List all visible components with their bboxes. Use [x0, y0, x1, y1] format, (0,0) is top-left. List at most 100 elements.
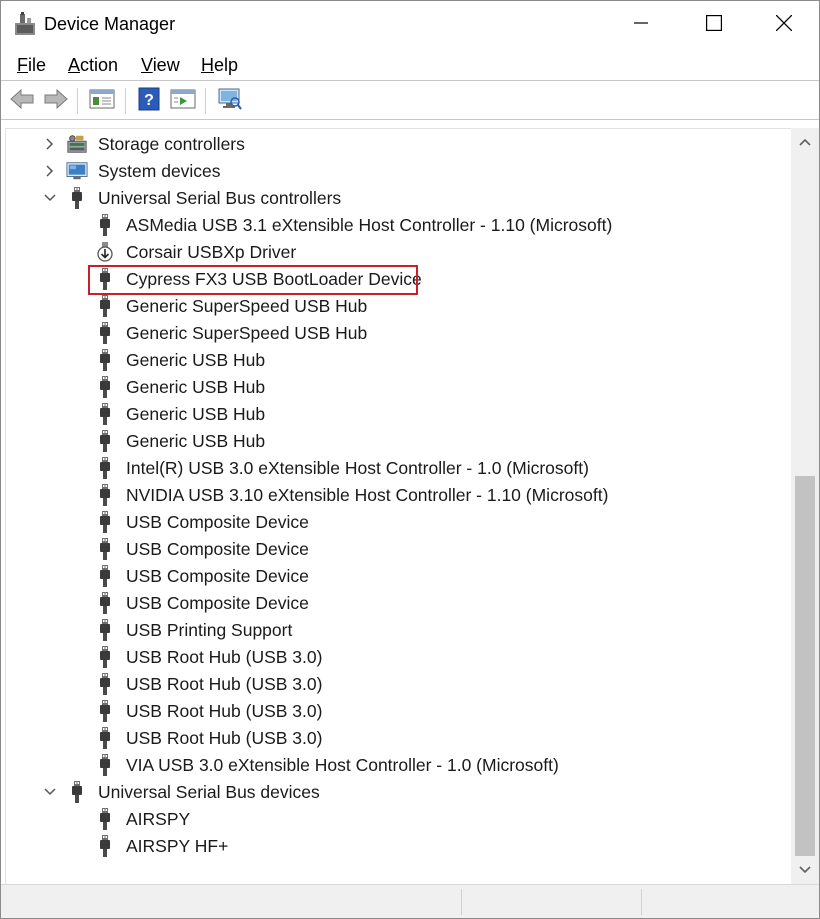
tree-category-row[interactable]: Universal Serial Bus devices [6, 779, 786, 806]
usb-plug-icon [94, 376, 116, 398]
tree-device-row[interactable]: NVIDIA USB 3.10 eXtensible Host Controll… [6, 482, 786, 509]
tree-device-row[interactable]: VIA USB 3.0 eXtensible Host Controller -… [6, 752, 786, 779]
usb-plug-icon [94, 673, 116, 695]
toolbar: ? [1, 82, 819, 120]
title-bar[interactable]: Device Manager [1, 1, 819, 49]
usb-plug-icon [94, 349, 116, 371]
tree-item-label: USB Root Hub (USB 3.0) [126, 701, 323, 721]
help-button[interactable]: ? [134, 86, 164, 116]
tree-item-label: AIRSPY [126, 809, 191, 829]
menu-view[interactable]: View [141, 55, 180, 76]
forward-arrow-icon [43, 88, 69, 115]
usb-plug-icon [94, 808, 116, 830]
usb-plug-icon [94, 214, 116, 236]
tree-device-row[interactable]: AIRSPY HF+ [6, 833, 786, 860]
usb-plug-icon [94, 268, 116, 290]
scroll-down-button[interactable] [791, 858, 819, 882]
window-title: Device Manager [44, 14, 176, 34]
tree-device-row[interactable]: USB Printing Support [6, 617, 786, 644]
toolbar-separator [205, 88, 206, 114]
scroll-up-button[interactable] [791, 130, 819, 154]
collapse-chevron-right-icon[interactable] [43, 137, 57, 151]
usb-plug-icon [94, 727, 116, 749]
minimize-button[interactable] [606, 1, 676, 49]
tree-device-row[interactable]: USB Composite Device [6, 536, 786, 563]
tree-device-row[interactable]: Generic SuperSpeed USB Hub [6, 320, 786, 347]
usb-plug-icon [94, 430, 116, 452]
tree-item-label: System devices [98, 161, 221, 181]
run-pane-icon [170, 88, 196, 115]
usb-plug-icon [94, 322, 116, 344]
vertical-scrollbar[interactable] [791, 128, 819, 884]
menu-help[interactable]: Help [201, 55, 238, 76]
tree-item-label: Storage controllers [98, 134, 245, 154]
tree-item-label: USB Composite Device [126, 539, 309, 559]
tree-category-row[interactable]: System devices [6, 158, 786, 185]
tree-device-row[interactable]: Generic USB Hub [6, 374, 786, 401]
status-bar [1, 884, 819, 918]
expand-chevron-down-icon[interactable] [43, 191, 57, 205]
scan-for-hardware-changes-button[interactable] [215, 86, 245, 116]
tree-item-label: USB Root Hub (USB 3.0) [126, 647, 323, 667]
tree-device-row[interactable]: Corsair USBXp Driver [6, 239, 786, 266]
action-pane-button[interactable] [168, 86, 198, 116]
tree-device-row[interactable]: ASMedia USB 3.1 eXtensible Host Controll… [6, 212, 786, 239]
usb-plug-icon [94, 700, 116, 722]
tree-item-label: USB Composite Device [126, 566, 309, 586]
tree-device-row[interactable]: USB Root Hub (USB 3.0) [6, 698, 786, 725]
back-arrow-icon [9, 88, 35, 115]
tree-device-row[interactable]: USB Root Hub (USB 3.0) [6, 644, 786, 671]
tree-device-row[interactable]: Cypress FX3 USB BootLoader Device [6, 266, 786, 293]
status-bar-divider [461, 889, 462, 915]
tree-item-label: USB Root Hub (USB 3.0) [126, 728, 323, 748]
scan-hardware-monitor-icon [217, 87, 243, 116]
tree-device-row[interactable]: USB Root Hub (USB 3.0) [6, 671, 786, 698]
tree-device-row[interactable]: Generic SuperSpeed USB Hub [6, 293, 786, 320]
storage-controller-icon [66, 133, 88, 155]
tree-item-label: USB Printing Support [126, 620, 293, 640]
maximize-button[interactable] [679, 1, 749, 49]
tree-item-label: NVIDIA USB 3.10 eXtensible Host Controll… [126, 485, 609, 505]
close-button[interactable] [749, 1, 819, 49]
close-icon [775, 14, 793, 36]
tree-item-label: Generic USB Hub [126, 404, 266, 424]
tree-item-label: Generic USB Hub [126, 350, 266, 370]
properties-pane-icon [89, 88, 115, 115]
usb-plug-icon [94, 592, 116, 614]
system-devices-icon [66, 160, 88, 182]
tree-device-row[interactable]: Generic USB Hub [6, 428, 786, 455]
device-manager-app-icon [14, 12, 36, 36]
tree-device-row[interactable]: USB Composite Device [6, 509, 786, 536]
tree-device-row[interactable]: Generic USB Hub [6, 347, 786, 374]
usb-plug-icon [94, 484, 116, 506]
usb-plug-icon [94, 835, 116, 857]
tree-device-row[interactable]: USB Composite Device [6, 590, 786, 617]
scrollbar-thumb[interactable] [795, 476, 815, 856]
tree-device-row[interactable]: Intel(R) USB 3.0 eXtensible Host Control… [6, 455, 786, 482]
tree-item-label: Generic USB Hub [126, 377, 266, 397]
tree-item-label: USB Composite Device [126, 512, 309, 532]
tree-device-row[interactable]: USB Composite Device [6, 563, 786, 590]
tree-device-row[interactable]: USB Root Hub (USB 3.0) [6, 725, 786, 752]
usb-plug-icon [94, 511, 116, 533]
show-hide-console-tree-button[interactable] [87, 86, 117, 116]
usb-plug-icon [66, 781, 88, 803]
usb-download-icon [94, 241, 116, 263]
tree-device-row[interactable]: AIRSPY [6, 806, 786, 833]
tree-item-label: Generic SuperSpeed USB Hub [126, 296, 368, 316]
menu-file[interactable]: File [17, 55, 46, 76]
forward-button[interactable] [41, 86, 71, 116]
collapse-chevron-right-icon[interactable] [43, 164, 57, 178]
tree-item-label: Universal Serial Bus controllers [98, 188, 342, 208]
expand-chevron-down-icon[interactable] [43, 785, 57, 799]
usb-plug-icon [94, 403, 116, 425]
tree-category-row[interactable]: Universal Serial Bus controllers [6, 185, 786, 212]
back-button[interactable] [7, 86, 37, 116]
usb-plug-icon [94, 295, 116, 317]
tree-device-row[interactable]: Generic USB Hub [6, 401, 786, 428]
device-tree[interactable]: Storage controllers System devices Univers… [5, 128, 791, 884]
menu-action[interactable]: Action [68, 55, 118, 76]
tree-category-row[interactable]: Storage controllers [6, 131, 786, 158]
tree-item-label: USB Root Hub (USB 3.0) [126, 674, 323, 694]
help-question-icon: ? [138, 87, 160, 116]
